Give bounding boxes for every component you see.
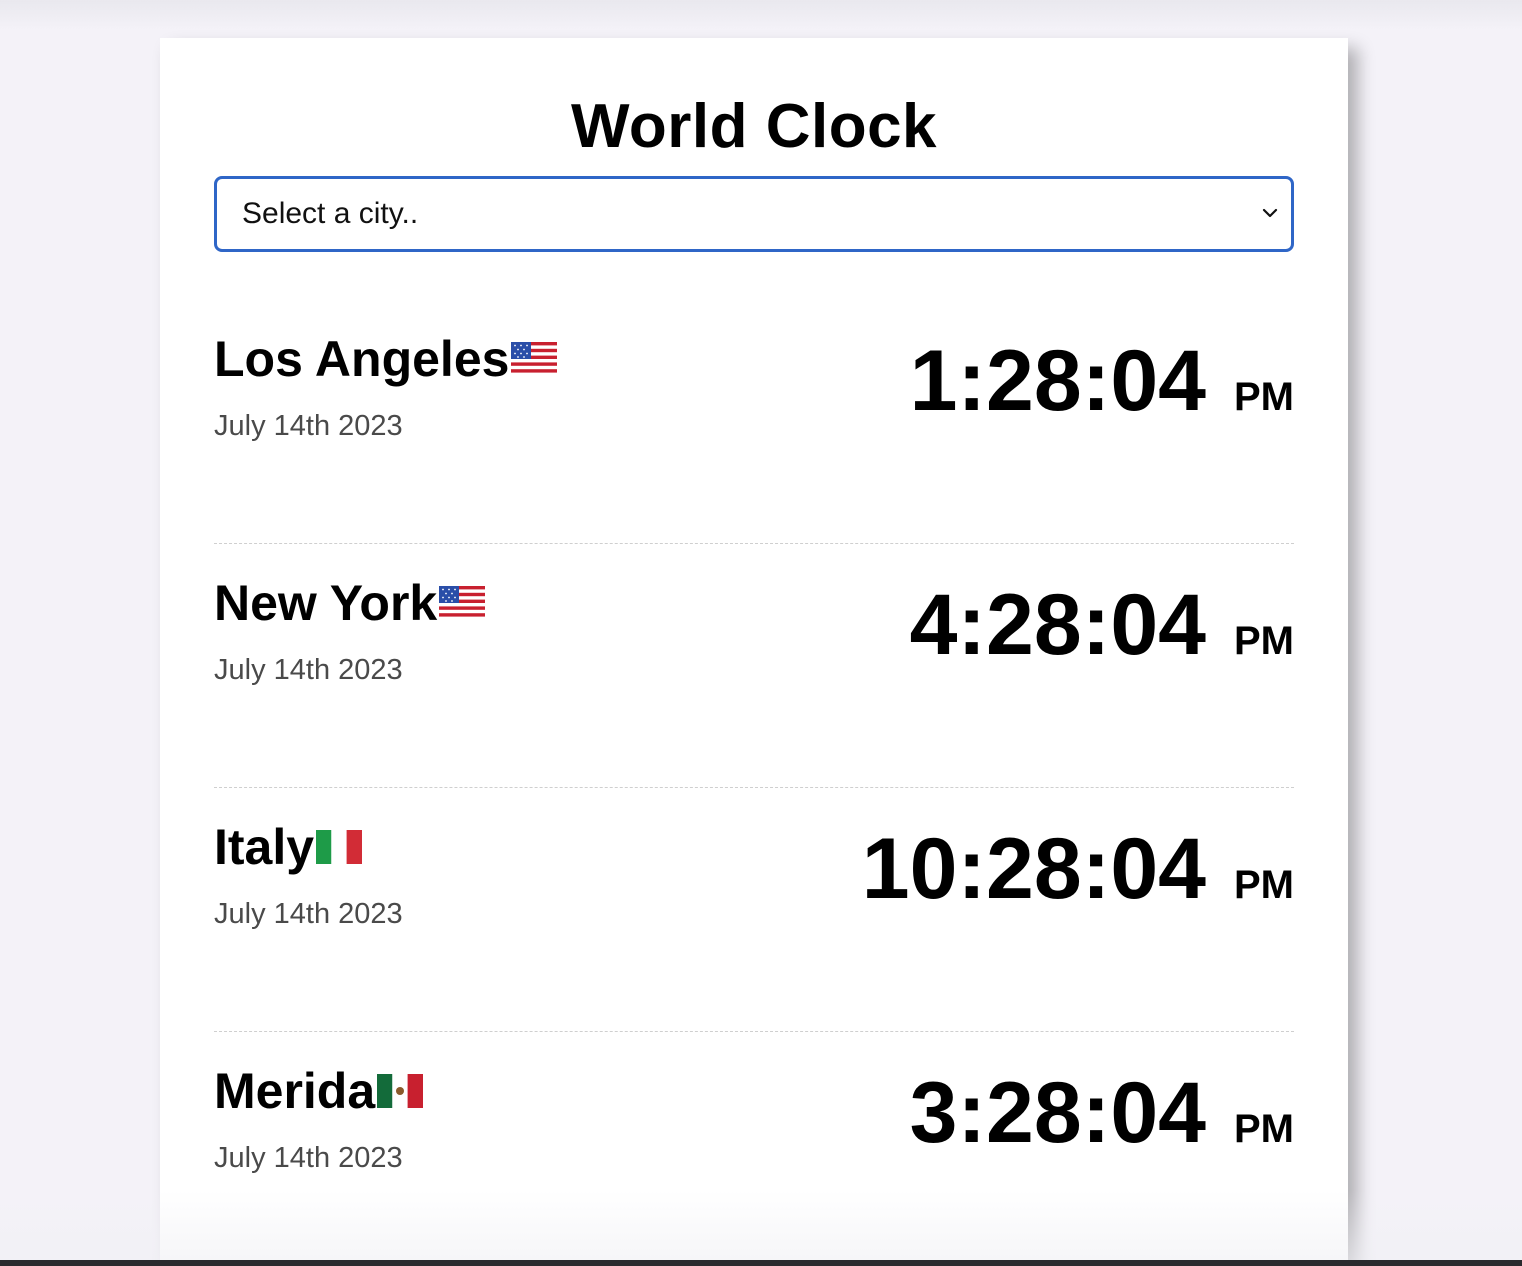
world-clock-card: World Clock Select a city.. Los Angeles bbox=[160, 38, 1348, 1266]
mexico-flag-icon bbox=[377, 1066, 424, 1116]
city-select[interactable]: Select a city.. bbox=[214, 176, 1294, 252]
city-name: Los Angeles bbox=[214, 331, 558, 387]
chevron-down-icon bbox=[1262, 208, 1278, 218]
city-time: 1:28:04 PM bbox=[910, 338, 1294, 424]
time-period: PM bbox=[1234, 1107, 1294, 1151]
city-row-italy: Italy July 14th 2023 10:28:04 PM bbox=[214, 788, 1294, 1032]
us-flag-icon bbox=[511, 334, 558, 384]
city-date: July 14th 2023 bbox=[214, 1142, 403, 1174]
us-flag-icon bbox=[439, 578, 486, 628]
time-value: 3:28:04 bbox=[909, 1065, 1206, 1161]
city-label: Los Angeles bbox=[214, 331, 510, 387]
city-label: Merida bbox=[214, 1063, 376, 1119]
time-period: PM bbox=[1234, 863, 1294, 907]
city-list: Los Angeles July 14th 2023 1:28:04 PM Ne… bbox=[214, 300, 1294, 1266]
time-value: 1:28:04 bbox=[909, 333, 1206, 429]
city-row-new-york: New York July 14th 2023 4:28:04 PM bbox=[214, 544, 1294, 788]
city-row-los-angeles: Los Angeles July 14th 2023 1:28:04 PM bbox=[214, 300, 1294, 544]
city-row-merida: Merida July 14th 2023 3:28:04 PM bbox=[214, 1032, 1294, 1266]
city-date: July 14th 2023 bbox=[214, 654, 403, 686]
city-label: Italy bbox=[214, 819, 315, 875]
city-label: New York bbox=[214, 575, 438, 631]
city-date: July 14th 2023 bbox=[214, 410, 403, 442]
time-period: PM bbox=[1234, 619, 1294, 663]
italy-flag-icon bbox=[316, 822, 363, 872]
city-time: 10:28:04 PM bbox=[862, 826, 1294, 912]
city-name: New York bbox=[214, 575, 486, 631]
time-value: 4:28:04 bbox=[909, 577, 1206, 673]
city-name: Merida bbox=[214, 1063, 424, 1119]
city-date: July 14th 2023 bbox=[214, 898, 403, 930]
status-bar bbox=[0, 1260, 1522, 1266]
time-value: 10:28:04 bbox=[861, 821, 1206, 917]
city-time: 4:28:04 PM bbox=[910, 582, 1294, 668]
city-time: 3:28:04 PM bbox=[910, 1070, 1294, 1156]
city-name: Italy bbox=[214, 819, 363, 875]
city-select-value: Select a city.. bbox=[242, 197, 419, 230]
page-title: World Clock bbox=[570, 92, 938, 161]
time-period: PM bbox=[1234, 375, 1294, 419]
